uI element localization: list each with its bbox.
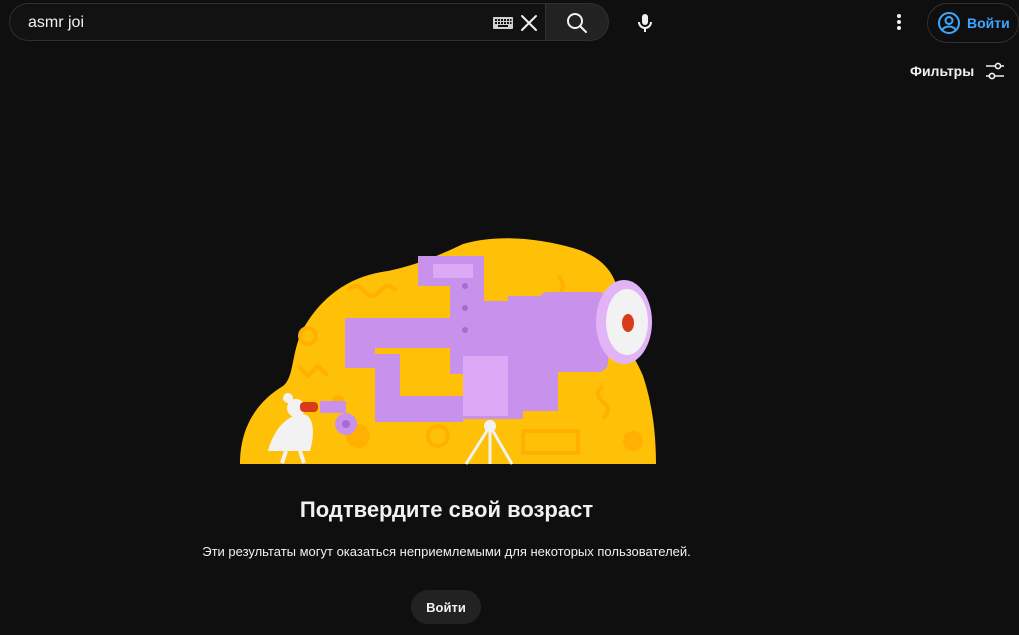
search-input[interactable] xyxy=(26,4,470,42)
filters-label: Фильтры xyxy=(910,63,975,79)
account-circle-icon xyxy=(938,12,960,34)
more-options-button[interactable] xyxy=(883,6,915,38)
age-restriction-illustration xyxy=(238,236,658,471)
search-box xyxy=(9,3,545,42)
signin-label: Войти xyxy=(967,15,1010,31)
voice-search-button[interactable] xyxy=(625,3,665,43)
search-results-page: Войти Фильтры xyxy=(0,0,1019,635)
search-button[interactable] xyxy=(545,3,609,41)
age-gate-description: Эти результаты могут оказаться неприемле… xyxy=(202,544,691,559)
close-icon[interactable] xyxy=(519,13,539,33)
filters-button[interactable]: Фильтры xyxy=(910,58,1007,84)
signin-button[interactable]: Войти xyxy=(927,3,1019,43)
age-gate-heading: Подтвердите свой возраст xyxy=(299,497,594,522)
age-gate-signin-button[interactable]: Войти xyxy=(411,590,481,624)
sliders-icon xyxy=(986,62,1005,80)
keyboard-icon[interactable] xyxy=(492,15,514,31)
